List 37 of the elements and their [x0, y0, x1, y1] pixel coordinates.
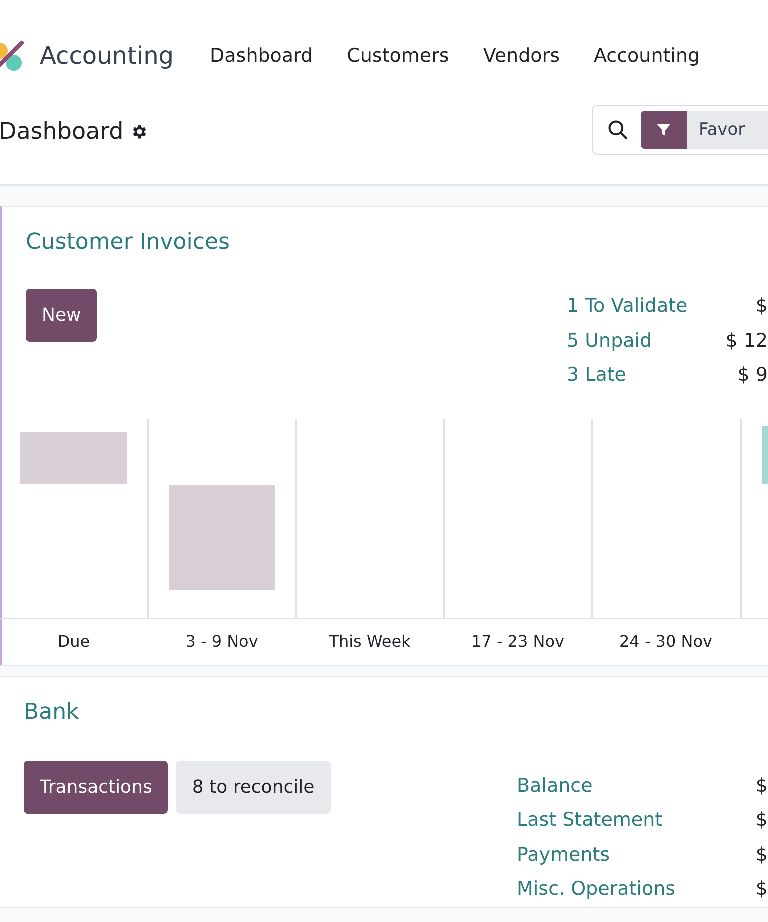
- chart-bar: [762, 426, 768, 484]
- stat-amount: $: [754, 294, 768, 319]
- filter-button[interactable]: [641, 111, 687, 149]
- axis-label: 17 - 23 Nov: [470, 632, 566, 651]
- stat-link[interactable]: Payments: [517, 838, 756, 872]
- card-title[interactable]: Customer Invoices: [26, 227, 768, 259]
- stat-amount: $: [756, 842, 768, 868]
- search-icon: [607, 119, 629, 141]
- stat-link[interactable]: Last Statement: [517, 803, 756, 838]
- stat-link[interactable]: Balance: [517, 768, 756, 803]
- menu-item[interactable]: Dashboard: [210, 45, 314, 67]
- action-button[interactable]: Transactions: [24, 760, 168, 814]
- menu-item[interactable]: Vendors: [483, 45, 560, 67]
- axis-label: 3 - 9 Nov: [184, 632, 260, 651]
- action-button[interactable]: 8 to reconcile: [176, 760, 331, 814]
- stat-amount: $: [756, 774, 768, 798]
- stat-amount: $ 9: [736, 363, 768, 388]
- stat-link[interactable]: 1 To Validate: [567, 289, 726, 324]
- menu-item[interactable]: Accounting: [594, 45, 700, 67]
- stat-amount: $ 12: [726, 328, 768, 354]
- card-title[interactable]: Bank: [24, 696, 768, 728]
- search-field[interactable]: Favor: [592, 105, 768, 155]
- logo-icon: [0, 39, 24, 73]
- axis-label: Due: [56, 632, 92, 651]
- axis-label: 24 - 30 Nov: [618, 632, 714, 651]
- stat-link[interactable]: 3 Late: [567, 358, 726, 392]
- action-button[interactable]: New: [26, 289, 98, 342]
- stat-amount: $: [756, 877, 768, 902]
- facet-label: Favor: [687, 111, 768, 149]
- axis-label: This Week: [328, 632, 412, 651]
- filter-icon: [656, 122, 672, 138]
- stat-link[interactable]: Misc. Operations: [517, 872, 756, 906]
- app-name: Accounting: [40, 42, 174, 70]
- page-title: Dashboard: [0, 119, 124, 145]
- stat-link[interactable]: 5 Unpaid: [567, 324, 726, 358]
- menu-item[interactable]: Customers: [347, 45, 450, 67]
- stat-amount: $: [756, 808, 768, 833]
